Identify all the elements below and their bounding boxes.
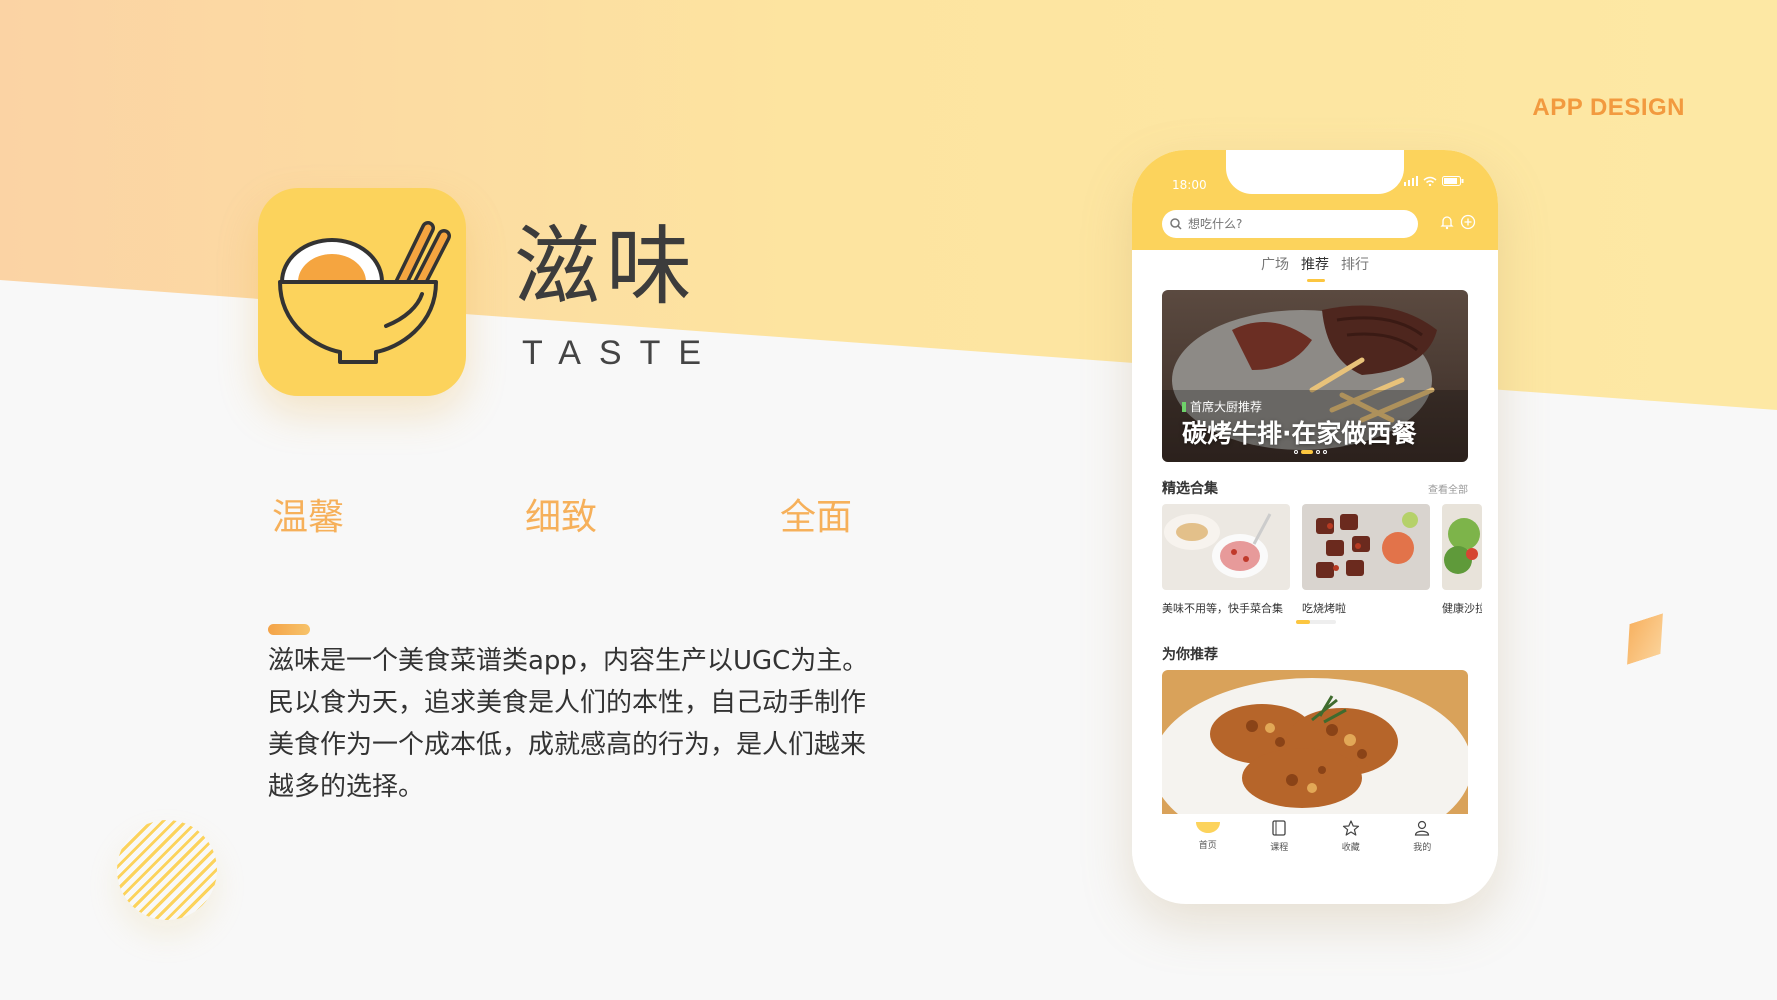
home-bowl-icon bbox=[1195, 822, 1220, 833]
star-icon bbox=[1342, 820, 1359, 836]
top-actions bbox=[1440, 214, 1476, 230]
tabbar-label: 我的 bbox=[1413, 843, 1432, 853]
banner-title: 碳烤牛排·在家做西餐 bbox=[1182, 419, 1417, 448]
quick-meal-image bbox=[1162, 504, 1290, 590]
tab-ranking[interactable]: 排行 bbox=[1341, 254, 1369, 280]
diamond-decoration bbox=[1615, 613, 1674, 665]
roast-chicken-image bbox=[1162, 670, 1468, 816]
phone-notch bbox=[1226, 150, 1404, 194]
user-icon bbox=[1415, 820, 1430, 836]
collection-caption: 健康沙拉 bbox=[1442, 602, 1482, 615]
status-time: 18:00 bbox=[1172, 178, 1207, 192]
recommend-title: 为你推荐 bbox=[1162, 647, 1218, 663]
app-icon bbox=[258, 188, 466, 396]
app-description: 滋味是一个美食菜谱类app，内容生产以UGC为主。民以食为天，追求美食是人们的本… bbox=[268, 646, 869, 802]
keyword-3: 全面 bbox=[780, 497, 853, 538]
app-design-label: APP DESIGN bbox=[1532, 94, 1685, 121]
carousel-dot[interactable] bbox=[1316, 450, 1320, 454]
search-input[interactable] bbox=[1188, 217, 1388, 231]
collection-card[interactable]: 健康沙拉 bbox=[1442, 504, 1482, 616]
recommend-card[interactable] bbox=[1162, 670, 1468, 816]
collections-header: 精选合集 查看全部 bbox=[1162, 478, 1468, 498]
background-wedge bbox=[0, 0, 1777, 410]
recommend-header: 为你推荐 bbox=[1162, 644, 1468, 664]
tabbar-profile[interactable]: 我的 bbox=[1402, 814, 1442, 874]
collection-card[interactable]: 美味不用等，快手菜合集 bbox=[1162, 504, 1290, 616]
collection-thumb bbox=[1162, 504, 1290, 590]
collections-scroll-indicator bbox=[1296, 620, 1336, 624]
bowl-icon bbox=[278, 221, 451, 364]
top-tabs: 广场 推荐 排行 bbox=[1132, 254, 1498, 282]
collection-caption: 吃烧烤啦 bbox=[1302, 602, 1346, 615]
keyword-2: 细致 bbox=[525, 497, 598, 538]
collection-caption: 美味不用等，快手菜合集 bbox=[1162, 602, 1283, 615]
search-icon bbox=[1170, 218, 1182, 230]
app-subtitle: TASTE bbox=[522, 334, 720, 372]
banner-carousel[interactable]: 首席大厨推荐 碳烤牛排·在家做西餐 bbox=[1162, 290, 1468, 462]
bottom-tabbar: 首页 课程 收藏 我的 bbox=[1132, 814, 1498, 874]
bbq-image bbox=[1302, 504, 1430, 590]
collection-card[interactable]: 吃烧烤啦 bbox=[1302, 504, 1430, 616]
tab-square[interactable]: 广场 bbox=[1261, 254, 1289, 280]
keyword-1: 温馨 bbox=[272, 497, 345, 538]
banner-tag: 首席大厨推荐 bbox=[1182, 398, 1262, 415]
collection-thumb bbox=[1442, 504, 1482, 590]
add-icon[interactable] bbox=[1460, 214, 1476, 230]
tabbar-label: 首页 bbox=[1198, 841, 1217, 851]
book-icon bbox=[1272, 820, 1286, 836]
carousel-dot[interactable] bbox=[1294, 450, 1298, 454]
accent-dash bbox=[268, 624, 310, 635]
carousel-dots bbox=[1294, 450, 1327, 454]
tabbar-home[interactable]: 首页 bbox=[1188, 814, 1228, 874]
carousel-dot[interactable] bbox=[1323, 450, 1327, 454]
search-bar[interactable] bbox=[1162, 210, 1418, 238]
collections-title: 精选合集 bbox=[1162, 481, 1218, 497]
signal-icon bbox=[1404, 176, 1418, 186]
striped-circle-decoration bbox=[117, 820, 217, 920]
bell-icon[interactable] bbox=[1440, 214, 1454, 230]
app-name: 滋味 bbox=[514, 217, 698, 317]
salad-image bbox=[1442, 504, 1482, 590]
tabbar-favorites[interactable]: 收藏 bbox=[1331, 814, 1371, 874]
phone-mockup: 18:00 广场 推荐 排行 bbox=[1132, 150, 1498, 904]
tabbar-courses[interactable]: 课程 bbox=[1259, 814, 1299, 874]
tab-recommend[interactable]: 推荐 bbox=[1301, 254, 1329, 282]
battery-icon bbox=[1442, 176, 1464, 186]
collections-list: 美味不用等，快手菜合集 吃烧烤啦 健康沙拉 bbox=[1162, 504, 1482, 616]
view-all-link[interactable]: 查看全部 bbox=[1428, 481, 1468, 496]
carousel-dot-active[interactable] bbox=[1301, 450, 1313, 454]
wifi-icon bbox=[1423, 176, 1437, 186]
collection-thumb bbox=[1302, 504, 1430, 590]
tabbar-label: 课程 bbox=[1270, 843, 1289, 853]
status-icons bbox=[1404, 176, 1464, 186]
tabbar-label: 收藏 bbox=[1341, 843, 1360, 853]
